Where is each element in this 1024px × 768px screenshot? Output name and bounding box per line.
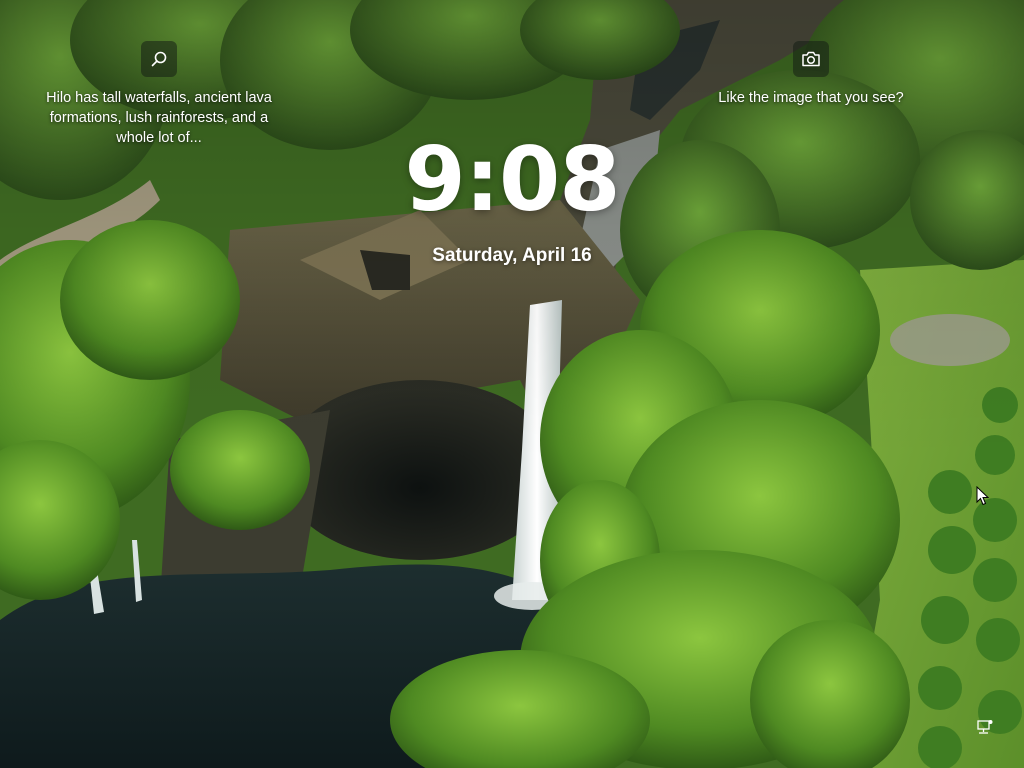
mouse-cursor-icon (976, 485, 990, 506)
lock-screen-time: 9:08 (404, 128, 621, 231)
lock-screen-date: Saturday, April 16 (432, 245, 592, 266)
spotlight-like-button[interactable] (793, 41, 829, 77)
spotlight-info-button[interactable] (141, 41, 177, 77)
search-icon (150, 50, 168, 68)
spotlight-info-caption[interactable]: Hilo has tall waterfalls, ancient lava f… (34, 88, 284, 148)
camera-icon (801, 50, 821, 68)
spotlight-like-caption[interactable]: Like the image that you see? (700, 88, 922, 108)
lock-screen[interactable]: Hilo has tall waterfalls, ancient lava f… (0, 0, 1024, 768)
network-icon[interactable] (976, 718, 994, 736)
